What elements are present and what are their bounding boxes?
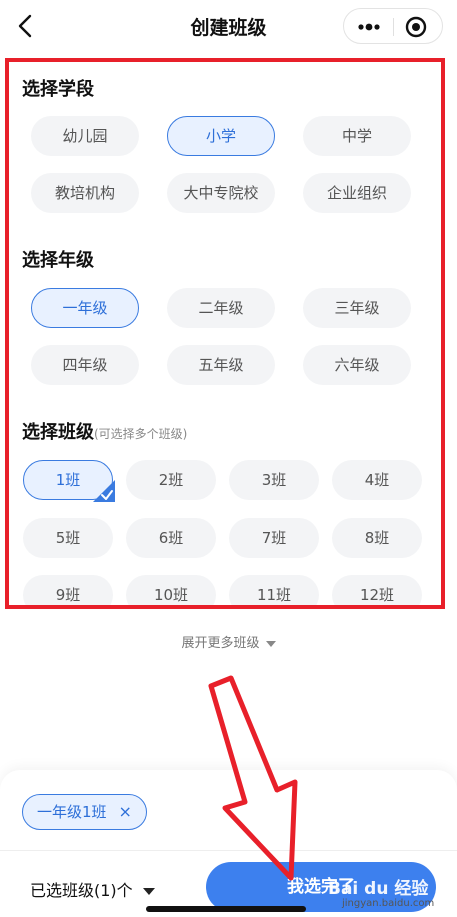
class-option-6[interactable]: 6班: [126, 518, 216, 558]
selected-class-tag[interactable]: 一年级1班 ×: [22, 794, 147, 830]
class-option-1[interactable]: 1班: [23, 460, 115, 502]
grade-section-title: 选择年级: [22, 250, 94, 271]
expand-more-label: 展开更多班级: [181, 636, 260, 651]
grade-option-4[interactable]: 四年级: [31, 345, 139, 385]
stage-option-primary[interactable]: 小学: [167, 116, 275, 156]
class-section-hint: (可选择多个班级): [94, 427, 188, 441]
mini-program-capsule: [343, 8, 443, 44]
class-option-3[interactable]: 3班: [229, 460, 319, 500]
class-section-title-text: 选择班级: [22, 422, 94, 443]
divider: [0, 850, 457, 851]
class-option-10[interactable]: 10班: [126, 575, 216, 605]
navigation-bar: 创建班级: [0, 0, 457, 52]
caret-down-icon: [142, 888, 155, 895]
grade-option-2[interactable]: 二年级: [167, 288, 275, 328]
selected-class-tag-label: 一年级1班: [37, 803, 107, 821]
home-indicator: [146, 906, 306, 912]
class-option-label: 1班: [55, 471, 81, 489]
remove-icon[interactable]: ×: [119, 802, 132, 821]
class-option-7[interactable]: 7班: [229, 518, 319, 558]
expand-more-classes[interactable]: 展开更多班级: [0, 632, 457, 651]
watermark-brand: Bai du 经验: [328, 879, 429, 899]
watermark-site: jingyan.baidu.com: [342, 898, 435, 909]
class-option-5[interactable]: 5班: [23, 518, 113, 558]
selected-count-toggle[interactable]: 已选班级(1)个: [30, 877, 155, 901]
caret-down-icon: [265, 640, 276, 647]
grade-option-3[interactable]: 三年级: [303, 288, 411, 328]
selection-panel: 选择学段 幼儿园 小学 中学 教培机构 大中专院校 企业组织 选择年级 一年级 …: [5, 58, 445, 609]
stage-option-secondary[interactable]: 中学: [303, 116, 411, 156]
class-option-9[interactable]: 9班: [23, 575, 113, 605]
class-option-2[interactable]: 2班: [126, 460, 216, 500]
stage-option-college[interactable]: 大中专院校: [167, 173, 275, 213]
stage-option-training-org[interactable]: 教培机构: [31, 173, 139, 213]
stage-option-enterprise[interactable]: 企业组织: [303, 173, 411, 213]
class-option-11[interactable]: 11班: [229, 575, 319, 605]
class-option-8[interactable]: 8班: [332, 518, 422, 558]
grade-option-5[interactable]: 五年级: [167, 345, 275, 385]
class-option-12[interactable]: 12班: [332, 575, 422, 605]
class-section-title: 选择班级(可选择多个班级): [22, 418, 187, 444]
checkmark-icon: [93, 480, 115, 502]
grade-option-1[interactable]: 一年级: [31, 288, 139, 328]
stage-option-kindergarten[interactable]: 幼儿园: [31, 116, 139, 156]
class-option-4[interactable]: 4班: [332, 460, 422, 500]
close-target-icon[interactable]: [404, 15, 428, 39]
more-icon[interactable]: [354, 16, 384, 38]
baidu-jingyan-watermark: Bai du 经验 jingyan.baidu.com: [328, 874, 453, 914]
selected-count-label: 已选班级(1)个: [30, 881, 133, 900]
grade-option-6[interactable]: 六年级: [303, 345, 411, 385]
stage-section-title: 选择学段: [22, 79, 94, 100]
capsule-divider: [393, 18, 394, 36]
